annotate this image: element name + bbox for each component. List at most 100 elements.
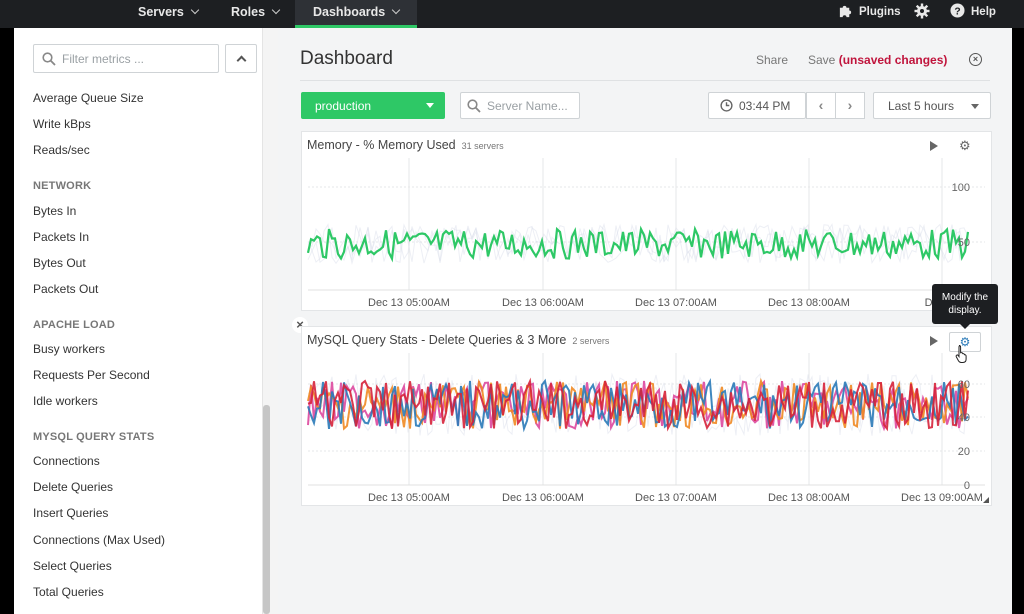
resize-handle[interactable] <box>983 497 989 503</box>
time-value: 03:44 PM <box>739 99 791 113</box>
filter-placeholder: Filter metrics ... <box>62 52 145 66</box>
time-picker-button[interactable]: 03:44 PM <box>708 92 806 119</box>
svg-text:?: ? <box>954 7 960 18</box>
top-navigation: Servers Roles Dashboards Plugins ? Help <box>0 0 1024 28</box>
filter-metrics-input[interactable]: Filter metrics ... <box>33 44 219 73</box>
frame-right <box>1012 28 1024 614</box>
chevron-down-icon <box>190 5 200 15</box>
help-label: Help <box>971 6 996 18</box>
sidebar-item-connections-max-used[interactable]: Connections (Max Used) <box>33 533 165 547</box>
puzzle-icon <box>839 6 852 18</box>
frame-left <box>0 28 14 614</box>
sidebar-item-bytes-out[interactable]: Bytes Out <box>33 256 86 270</box>
title-divider <box>300 80 990 81</box>
gear-icon[interactable]: ⚙ <box>959 138 971 154</box>
search-icon <box>467 99 481 113</box>
dashboard-main: Dashboard Share Save (unsaved changes) ×… <box>278 28 1012 614</box>
time-range-select[interactable]: Last 5 hours <box>873 92 991 119</box>
sidebar-item-select-queries[interactable]: Select Queries <box>33 559 112 573</box>
tooltip-text: Modify the display. <box>941 292 989 316</box>
nav-servers[interactable]: Servers <box>138 0 200 28</box>
mysql-panel: MySQL Query Stats - Delete Queries & 3 M… <box>301 326 992 506</box>
tooltip: Modify the display. <box>932 284 998 329</box>
mysql-chart: 60 40 20 0 Dec 13 05:00AM Dec 13 06:00AM Dec 1… <box>307 353 985 504</box>
nav-dashboards[interactable]: Dashboards <box>295 0 418 28</box>
chevron-right-icon: › <box>847 97 853 113</box>
x-tick-label: Dec 13 09:00AM <box>901 492 983 504</box>
y-tick-label: 0 <box>964 480 970 492</box>
x-tick-label: Dec 13 05:00AM <box>368 297 450 309</box>
clock-icon <box>720 99 733 112</box>
search-icon <box>42 52 56 66</box>
sidebar-item-requests-per-second[interactable]: Requests Per Second <box>33 368 150 382</box>
time-range-value: Last 5 hours <box>888 99 955 113</box>
sidebar-scrollbar-thumb[interactable] <box>263 405 270 614</box>
x-tick-label: Dec 13 06:00AM <box>502 492 584 504</box>
x-tick-label: Dec 13 08:00AM <box>768 492 850 504</box>
sidebar-item-packets-out[interactable]: Packets Out <box>33 282 98 296</box>
sidebar-item-delete-queries[interactable]: Delete Queries <box>33 480 113 494</box>
sidebar-item-average-queue-size[interactable]: Average Queue Size <box>33 91 144 105</box>
plugins-link[interactable]: Plugins <box>838 0 901 28</box>
server-count: 31 servers <box>461 141 504 151</box>
tooltip-arrow <box>960 324 970 329</box>
y-tick-label: 60 <box>958 379 970 391</box>
share-link[interactable]: Share <box>756 53 788 67</box>
previous-period-button[interactable]: ‹ <box>806 92 836 119</box>
memory-chart: 100 50 Dec 13 05:00AM Dec 13 06:00AM Dec 13 … <box>306 158 985 309</box>
play-icon[interactable] <box>930 141 938 151</box>
nav-servers-label: Servers <box>138 5 184 19</box>
x-tick-label: Dec 13 07:00AM <box>635 492 717 504</box>
settings-button[interactable] <box>914 0 936 28</box>
x-tick-label: Dec 13 08:00AM <box>768 297 850 309</box>
y-tick-label: 100 <box>952 182 970 194</box>
hand-cursor-icon <box>955 345 967 363</box>
chevron-left-icon: ‹ <box>818 97 824 113</box>
sidebar-item-busy-workers[interactable]: Busy workers <box>33 342 105 356</box>
sidebar-item-packets-in[interactable]: Packets In <box>33 230 89 244</box>
nav-roles[interactable]: Roles <box>231 0 281 28</box>
nav-roles-label: Roles <box>231 5 266 19</box>
nav-dashboards-label: Dashboards <box>313 5 386 19</box>
y-tick-label: 20 <box>958 446 970 458</box>
sidebar-item-reads-sec[interactable]: Reads/sec <box>33 143 90 157</box>
chevron-up-icon <box>236 55 247 66</box>
save-link[interactable]: Save (unsaved changes) <box>808 53 947 67</box>
x-tick-label: Dec 13 07:00AM <box>635 297 717 309</box>
panel-title: Memory - % Memory Used 31 servers <box>307 138 504 152</box>
sidebar-item-idle-workers[interactable]: Idle workers <box>33 394 98 408</box>
metrics-sidebar: Filter metrics ... Average Queue Size Wr… <box>14 28 278 614</box>
panel-title: MySQL Query Stats - Delete Queries & 3 M… <box>307 333 609 347</box>
caret-down-icon <box>426 103 434 108</box>
help-icon: ? <box>950 3 965 18</box>
sidebar-item-insert-queries[interactable]: Insert Queries <box>33 506 108 520</box>
server-name-input[interactable]: Server Name... <box>460 92 580 119</box>
collapse-sidebar-button[interactable] <box>225 44 257 73</box>
sidebar-section-mysql-query-stats: MYSQL QUERY STATS <box>33 431 155 443</box>
y-tick-label: 50 <box>958 237 970 249</box>
y-tick-label: 40 <box>958 412 970 424</box>
sidebar-item-connections[interactable]: Connections <box>33 454 100 468</box>
play-icon[interactable] <box>930 336 938 346</box>
help-link[interactable]: ? Help <box>950 0 996 28</box>
unsaved-changes-label: (unsaved changes) <box>838 53 948 67</box>
environment-select[interactable]: production <box>301 92 445 119</box>
server-name-placeholder: Server Name... <box>487 99 568 113</box>
panel-title-text: Memory - % Memory Used <box>307 138 456 152</box>
close-icon[interactable]: × <box>969 53 982 66</box>
sidebar-section-network: NETWORK <box>33 180 92 192</box>
x-tick-label: Dec 13 06:00AM <box>502 297 584 309</box>
sidebar-item-total-queries[interactable]: Total Queries <box>33 585 104 599</box>
chevron-down-icon <box>271 5 281 15</box>
panel-title-text: MySQL Query Stats - Delete Queries & 3 M… <box>307 333 567 347</box>
gear-icon <box>914 3 930 19</box>
sidebar-item-bytes-in[interactable]: Bytes In <box>33 204 76 218</box>
save-label: Save <box>808 53 836 67</box>
server-count: 2 servers <box>572 336 610 346</box>
page-title: Dashboard <box>300 48 393 69</box>
caret-down-icon <box>971 104 979 109</box>
next-period-button[interactable]: › <box>835 92 865 119</box>
sidebar-section-apache-load: APACHE LOAD <box>33 319 116 331</box>
chevron-down-icon <box>392 5 401 15</box>
sidebar-item-write-kbps[interactable]: Write kBps <box>33 117 91 131</box>
